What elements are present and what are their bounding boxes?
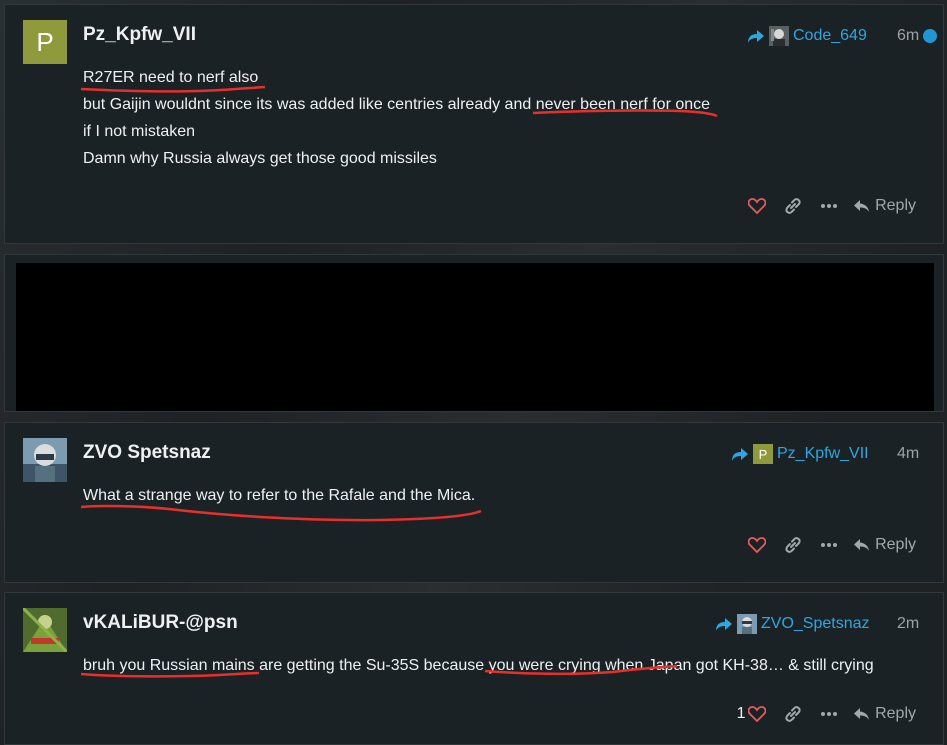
reply-button-label: Reply [875,705,916,722]
reply-button-label: Reply [875,197,916,214]
link-icon [785,198,801,214]
reply-to-link[interactable]: P Pz_Kpfw_VII [731,443,869,465]
reply-arrow-icon [716,618,732,631]
post-time[interactable]: 4m [897,445,919,463]
post-actions: 1 Reply [727,697,924,731]
reply-to-avatar [769,26,789,46]
username[interactable]: ZVO Spetsnaz [83,442,211,464]
reply-to-link[interactable]: ZVO_Spetsnaz [715,613,870,635]
post-actions: Reply [739,189,924,223]
like-button[interactable] [739,189,775,223]
post-time[interactable]: 2m [897,615,919,633]
post-body: R27ER need to nerf also but Gaijin would… [83,64,710,172]
reply-button[interactable]: Reply [847,528,924,562]
reply-arrow-icon [748,30,764,43]
post-body: bruh you Russian mains are getting the S… [83,652,874,679]
embedded-media-block [4,254,944,412]
heart-icon [748,198,767,214]
more-button[interactable] [811,528,847,562]
post-line: What a strange way to refer to the Rafal… [83,487,476,504]
reply-to-username[interactable]: ZVO_Spetsnaz [761,615,870,633]
username[interactable]: vKALiBUR-@psn [83,612,238,634]
link-icon [785,537,801,553]
post-line: if I not mistaken [83,123,196,140]
post-actions: Reply [739,528,924,562]
heart-icon [747,706,766,722]
link-icon [785,706,801,722]
heart-icon [748,537,767,553]
reply-icon [854,539,870,551]
copy-link-button[interactable] [775,189,811,223]
like-count: 1 [736,705,746,722]
avatar[interactable] [23,438,67,482]
reply-to-username[interactable]: Pz_Kpfw_VII [777,445,869,463]
more-button[interactable] [811,189,847,223]
post-line: bruh you Russian mains are getting the S… [83,657,874,674]
username[interactable]: Pz_Kpfw_VII [83,24,196,46]
avatar[interactable] [23,608,67,652]
post-time[interactable]: 6m [897,27,919,45]
like-button[interactable]: 1 [727,697,775,731]
reply-icon [854,708,870,720]
post-3: vKALiBUR-@psn ZVO_Spetsnaz 2m bruh you R… [4,592,944,745]
post-1: P Pz_Kpfw_VII Code_649 6m R27ER need to … [4,4,944,244]
copy-link-button[interactable] [775,528,811,562]
post-line: Damn why Russia always get those good mi… [83,150,437,167]
reply-to-link[interactable]: Code_649 [747,25,867,47]
post-2: ZVO Spetsnaz P Pz_Kpfw_VII 4m What a str… [4,422,944,583]
reply-icon [854,200,870,212]
reply-button[interactable]: Reply [847,189,924,223]
avatar[interactable]: P [23,20,67,64]
more-button[interactable] [811,697,847,731]
reply-to-username[interactable]: Code_649 [793,27,867,45]
like-button[interactable] [739,528,775,562]
post-line: but Gaijin wouldnt since its was added l… [83,96,711,113]
more-icon [821,712,838,716]
redacted-area [16,263,934,411]
reply-arrow-icon [732,448,748,461]
reply-to-avatar [737,614,757,634]
post-body: What a strange way to refer to the Rafal… [83,482,475,509]
reply-button[interactable]: Reply [847,697,924,731]
reply-to-avatar: P [753,444,773,464]
reply-button-label: Reply [875,536,916,553]
unread-indicator [923,29,937,43]
post-line: R27ER need to nerf also [83,69,259,86]
more-icon [821,204,838,208]
copy-link-button[interactable] [775,697,811,731]
more-icon [821,543,838,547]
